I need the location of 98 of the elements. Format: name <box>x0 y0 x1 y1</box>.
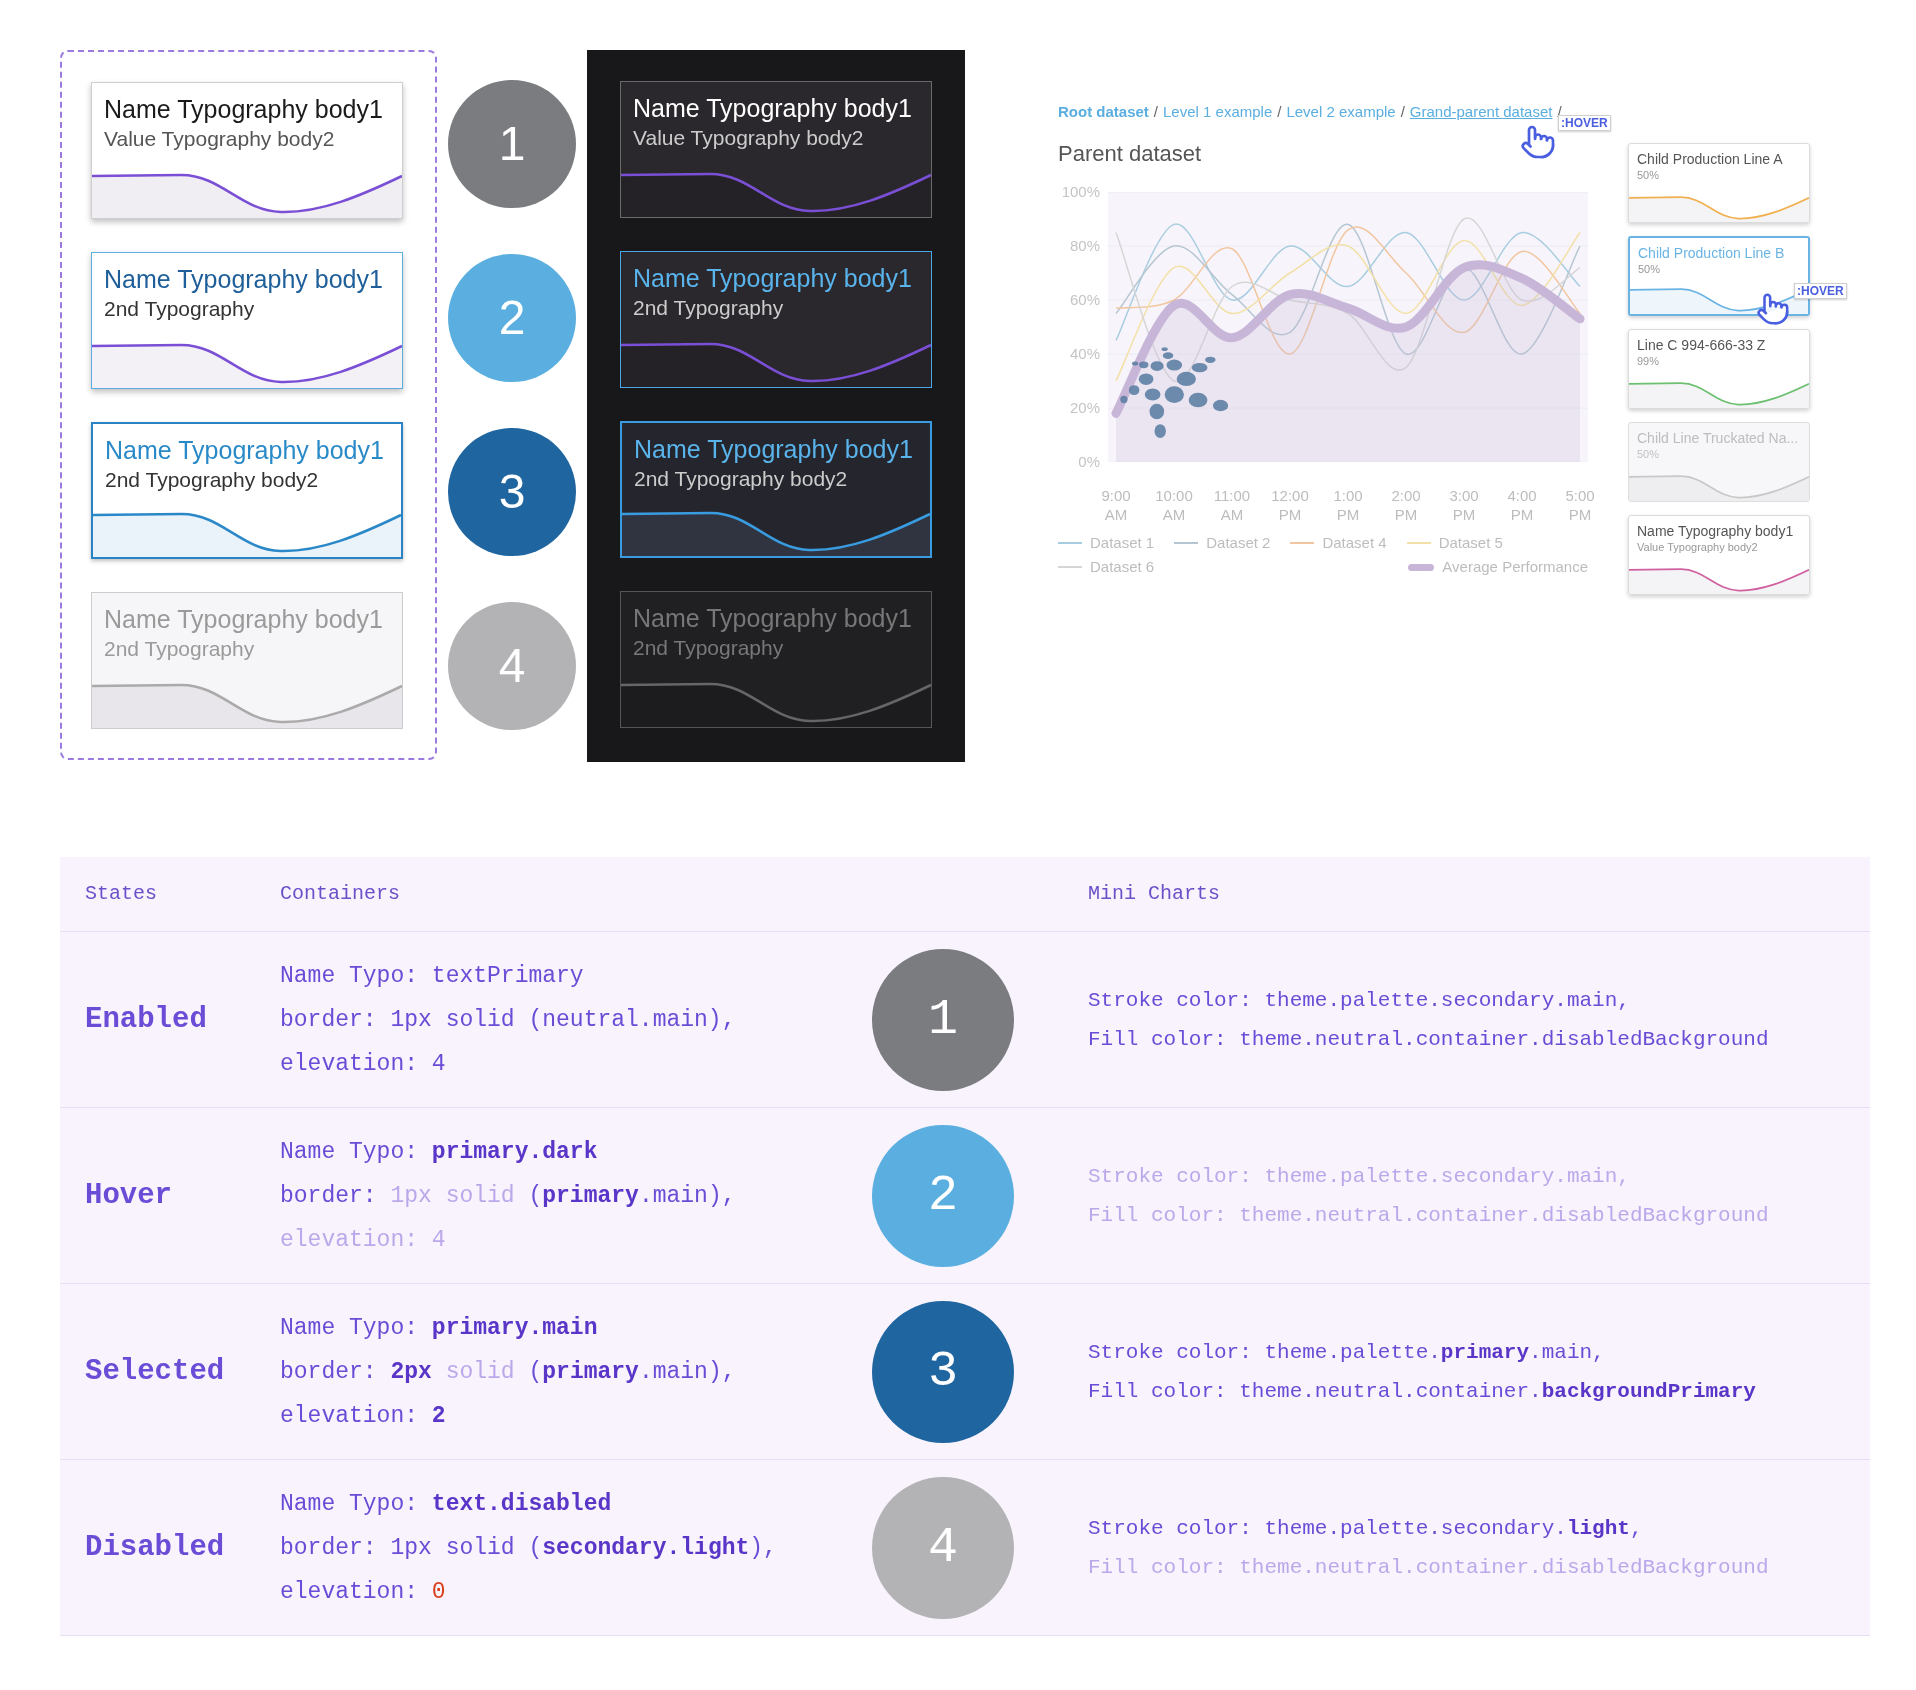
x-axis-label: 5:00 PM <box>1564 486 1596 524</box>
mini-card-value: 99% <box>1637 354 1661 369</box>
mini-card-value: 50% <box>1637 168 1661 183</box>
state-card[interactable]: Name Typography body1 Value Typography body2 <box>620 81 932 218</box>
spec-line: Stroke color: theme.palette.secondary.light, <box>1088 1515 1644 1542</box>
spec-line: Fill color: theme.neutral.container.disabledBackground <box>1088 1202 1770 1229</box>
breadcrumb-separator: / <box>1153 102 1158 122</box>
card-value: Value Typography body2 <box>633 125 865 151</box>
legend-label: Dataset 6 <box>1090 557 1155 577</box>
spec-line: border: 2px solid (primary.main), <box>280 1357 737 1387</box>
mini-card-name: Child Line Truckated Na... <box>1637 429 1800 447</box>
spec-line: Name Typo: primary.main <box>280 1313 599 1343</box>
hover-tag: :HOVER <box>1794 283 1847 299</box>
state-label: Disabled <box>84 1529 226 1566</box>
column-header: Containers <box>280 881 402 907</box>
card-value: 2nd Typography <box>633 295 785 321</box>
spec-line: Stroke color: theme.palette.secondary.main, <box>1088 1163 1631 1190</box>
spec-line: border: 1px solid (primary.main), <box>280 1181 737 1211</box>
card-name: Name Typography body1 <box>633 93 913 124</box>
legend-label: Dataset 1 <box>1090 533 1155 553</box>
mini-card-value: Value Typography body2 <box>1637 540 1759 555</box>
card-name: Name Typography body1 <box>104 264 384 295</box>
mini-chart-card[interactable]: Name Typography body1 Value Typography body2 <box>1628 515 1810 595</box>
state-label: Hover <box>84 1177 173 1214</box>
spec-line: Name Typo: textPrimary <box>280 961 585 991</box>
number-marker: 1 <box>872 948 1014 1091</box>
legend-swatch <box>1408 563 1435 571</box>
state-card[interactable]: Name Typography body1 2nd Typography body2 <box>91 422 403 559</box>
spec-line: Stroke color: theme.palette.secondary.main, <box>1088 987 1631 1014</box>
spec-line: elevation: 4 <box>280 1049 447 1079</box>
card-name: Name Typography body1 <box>633 603 913 634</box>
number-marker: 2 <box>872 1124 1014 1267</box>
legend-label: Dataset 5 <box>1438 533 1503 553</box>
y-axis-label: 100% <box>1060 182 1101 202</box>
mini-chart-card[interactable]: Line C 994-666-33 Z 99% <box>1628 329 1810 409</box>
number-marker: 2 <box>448 254 576 382</box>
mini-card-name: Line C 994-666-33 Z <box>1637 336 1767 354</box>
x-axis-label: 1:00 PM <box>1332 486 1364 524</box>
card-value: 2nd Typography body2 <box>634 466 849 492</box>
breadcrumb-separator: / <box>1400 102 1405 122</box>
number-marker: 3 <box>872 1300 1014 1443</box>
number-marker: 4 <box>872 1476 1014 1619</box>
spec-line: Stroke color: theme.palette.primary.main, <box>1088 1339 1606 1366</box>
spec-line: Fill color: theme.neutral.container.disabledBackground <box>1088 1026 1770 1053</box>
state-card[interactable]: Name Typography body1 Value Typography body2 <box>91 82 403 219</box>
card-name: Name Typography body1 <box>104 604 384 635</box>
mini-chart-card[interactable]: Child Production Line A 50% <box>1628 143 1810 223</box>
state-card[interactable]: Name Typography body1 2nd Typography <box>91 252 403 389</box>
card-name: Name Typography body1 <box>633 263 913 294</box>
number-marker: 4 <box>448 602 576 730</box>
spec-line: Name Typo: primary.dark <box>280 1137 599 1167</box>
spec-line: Fill color: theme.neutral.container.disabledBackground <box>1088 1554 1770 1581</box>
spec-line: border: 1px solid (secondary.light), <box>280 1533 778 1563</box>
card-value: 2nd Typography body2 <box>105 467 320 493</box>
y-axis-label: 0% <box>1077 452 1101 472</box>
number-marker: 3 <box>448 428 576 556</box>
card-value: 2nd Typography <box>104 636 256 662</box>
legend-label: Dataset 2 <box>1206 533 1271 553</box>
x-axis-label: 11:00 AM <box>1212 486 1252 524</box>
mini-card-name: Name Typography body1 <box>1637 522 1795 540</box>
chart-title: Parent dataset <box>1058 140 1202 168</box>
card-name: Name Typography body1 <box>634 434 914 465</box>
legend-label: Dataset 4 <box>1322 533 1387 553</box>
mini-card-value: 50% <box>1638 262 1662 277</box>
legend-label: Average Performance <box>1442 557 1588 577</box>
y-axis-label: 40% <box>1068 344 1101 364</box>
x-axis-label: 12:00 PM <box>1270 486 1310 524</box>
state-label: Selected <box>84 1353 226 1390</box>
hover-tag: :HOVER <box>1558 115 1611 131</box>
spec-line: Name Typo: text.disabled <box>280 1489 613 1519</box>
y-axis-label: 80% <box>1068 236 1101 256</box>
card-value: Value Typography body2 <box>104 126 336 152</box>
card-value: 2nd Typography <box>104 296 256 322</box>
y-axis-label: 20% <box>1068 398 1101 418</box>
spec-line: border: 1px solid (neutral.main), <box>280 1005 737 1035</box>
breadcrumb-separator: / <box>1277 102 1282 122</box>
spec-line: elevation: 2 <box>280 1401 447 1431</box>
column-header: States <box>84 881 158 907</box>
state-card[interactable]: Name Typography body1 2nd Typography <box>620 251 932 388</box>
mini-card-name: Child Production Line A <box>1637 150 1784 168</box>
spec-line: elevation: 0 <box>280 1577 447 1607</box>
y-axis-label: 60% <box>1068 290 1101 310</box>
x-axis-label: 10:00 AM <box>1154 486 1194 524</box>
state-label: Enabled <box>84 1001 208 1038</box>
card-value: 2nd Typography <box>633 635 785 661</box>
card-name: Name Typography body1 <box>105 435 385 466</box>
state-card[interactable]: Name Typography body1 2nd Typography body2 <box>620 421 932 558</box>
x-axis-label: 4:00 PM <box>1506 486 1538 524</box>
column-header: Mini Charts <box>1087 881 1222 907</box>
x-axis-label: 3:00 PM <box>1448 486 1480 524</box>
x-axis-label: 2:00 PM <box>1390 486 1422 524</box>
state-card[interactable]: Name Typography body1 2nd Typography <box>620 591 932 728</box>
mini-card-name: Child Production Line B <box>1638 244 1786 262</box>
number-marker: 1 <box>448 80 576 208</box>
spec-line: Fill color: theme.neutral.container.backgroundPrimary <box>1088 1378 1757 1405</box>
spec-line: elevation: 4 <box>280 1225 447 1255</box>
x-axis-label: 9:00 AM <box>1100 486 1132 524</box>
card-name: Name Typography body1 <box>104 94 384 125</box>
